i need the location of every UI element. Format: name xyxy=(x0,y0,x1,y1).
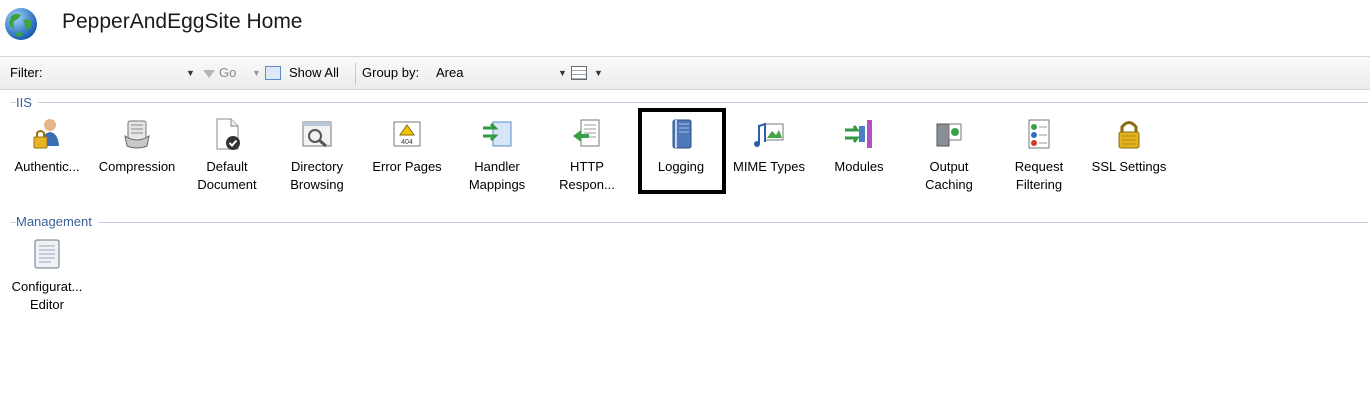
item-label: Authentic... xyxy=(14,159,80,174)
item-label: SSL Settings xyxy=(1091,159,1167,174)
feature-output-caching[interactable]: Output Caching xyxy=(904,116,994,194)
authentication-icon xyxy=(33,119,59,149)
group-by-label: Group by: xyxy=(362,65,420,80)
funnel-icon xyxy=(203,69,215,78)
http-response-icon xyxy=(573,119,600,147)
feature-default-document[interactable]: Default Document xyxy=(182,116,272,194)
view-mode-dropdown-arrow-icon[interactable]: ▼ xyxy=(594,68,603,78)
globe-icon xyxy=(5,8,37,40)
feature-authentication[interactable]: Authentic... xyxy=(2,116,92,176)
error-code-text: 404 xyxy=(401,139,413,146)
feature-http-response-headers[interactable]: HTTP Respon... xyxy=(542,116,632,194)
compression-icon xyxy=(124,120,150,149)
go-button[interactable]: Go xyxy=(203,65,236,80)
selection-highlight xyxy=(638,108,726,194)
ssl-settings-icon xyxy=(1118,121,1140,149)
filter-input[interactable] xyxy=(54,62,198,85)
feature-directory-browsing[interactable]: Directory Browsing xyxy=(272,116,362,194)
item-label: MIME Types xyxy=(732,159,805,174)
filter-dropdown-arrow-icon[interactable]: ▼ xyxy=(186,68,195,78)
go-label: Go xyxy=(219,65,237,80)
item-label: Configurat... Editor xyxy=(11,279,83,312)
mime-types-icon xyxy=(754,122,784,147)
show-all-button[interactable]: Show All xyxy=(289,65,339,80)
feature-compression[interactable]: Compression xyxy=(92,116,182,176)
filter-label: Filter: xyxy=(10,65,43,80)
item-label: HTTP Respon... xyxy=(559,159,615,192)
feature-handler-mappings[interactable]: Handler Mappings xyxy=(452,116,542,194)
page-header: PepperAndEggSite Home xyxy=(0,0,1370,52)
item-label: Error Pages xyxy=(372,159,442,174)
management-section-divider xyxy=(10,222,1368,223)
request-filtering-icon xyxy=(1028,119,1050,149)
management-section-label: Management xyxy=(16,214,98,229)
feature-modules[interactable]: Modules xyxy=(814,116,904,176)
feature-ssl-settings[interactable]: SSL Settings xyxy=(1084,116,1174,176)
group-by-select[interactable]: Area xyxy=(436,65,463,80)
item-label: Default Document xyxy=(197,159,257,192)
handler-mappings-icon xyxy=(483,121,512,147)
item-label: Directory Browsing xyxy=(290,159,344,192)
view-mode-icon[interactable] xyxy=(571,66,587,80)
output-caching-icon xyxy=(936,123,962,147)
item-label: Compression xyxy=(98,159,176,174)
item-label: Handler Mappings xyxy=(468,159,526,192)
feature-request-filtering[interactable]: Request Filtering xyxy=(994,116,1084,194)
modules-icon xyxy=(845,120,872,148)
go-dropdown-arrow-icon[interactable]: ▼ xyxy=(252,68,261,78)
default-document-icon xyxy=(216,118,240,150)
item-label: Modules xyxy=(834,159,884,174)
item-label: Request Filtering xyxy=(1014,159,1064,192)
toolbar-divider xyxy=(355,63,356,85)
filter-toolbar: Filter: ▼ Go ▼ Show All Group by: Area ▼… xyxy=(0,56,1370,90)
feature-mime-types[interactable]: MIME Types xyxy=(724,116,814,176)
item-label: Output Caching xyxy=(925,159,973,192)
group-by-dropdown-arrow-icon[interactable]: ▼ xyxy=(558,68,567,78)
iis-section-label: IIS xyxy=(16,95,38,110)
directory-browsing-icon xyxy=(302,121,332,148)
feature-error-pages[interactable]: 404 Error Pages xyxy=(362,116,452,176)
feature-configuration-editor[interactable]: Configurat... Editor xyxy=(2,236,92,314)
iis-section-divider xyxy=(10,102,1368,103)
error-pages-icon: 404 xyxy=(393,121,421,147)
configuration-editor-icon xyxy=(34,239,60,269)
show-all-icon xyxy=(265,66,281,80)
page-title: PepperAndEggSite Home xyxy=(62,10,303,33)
